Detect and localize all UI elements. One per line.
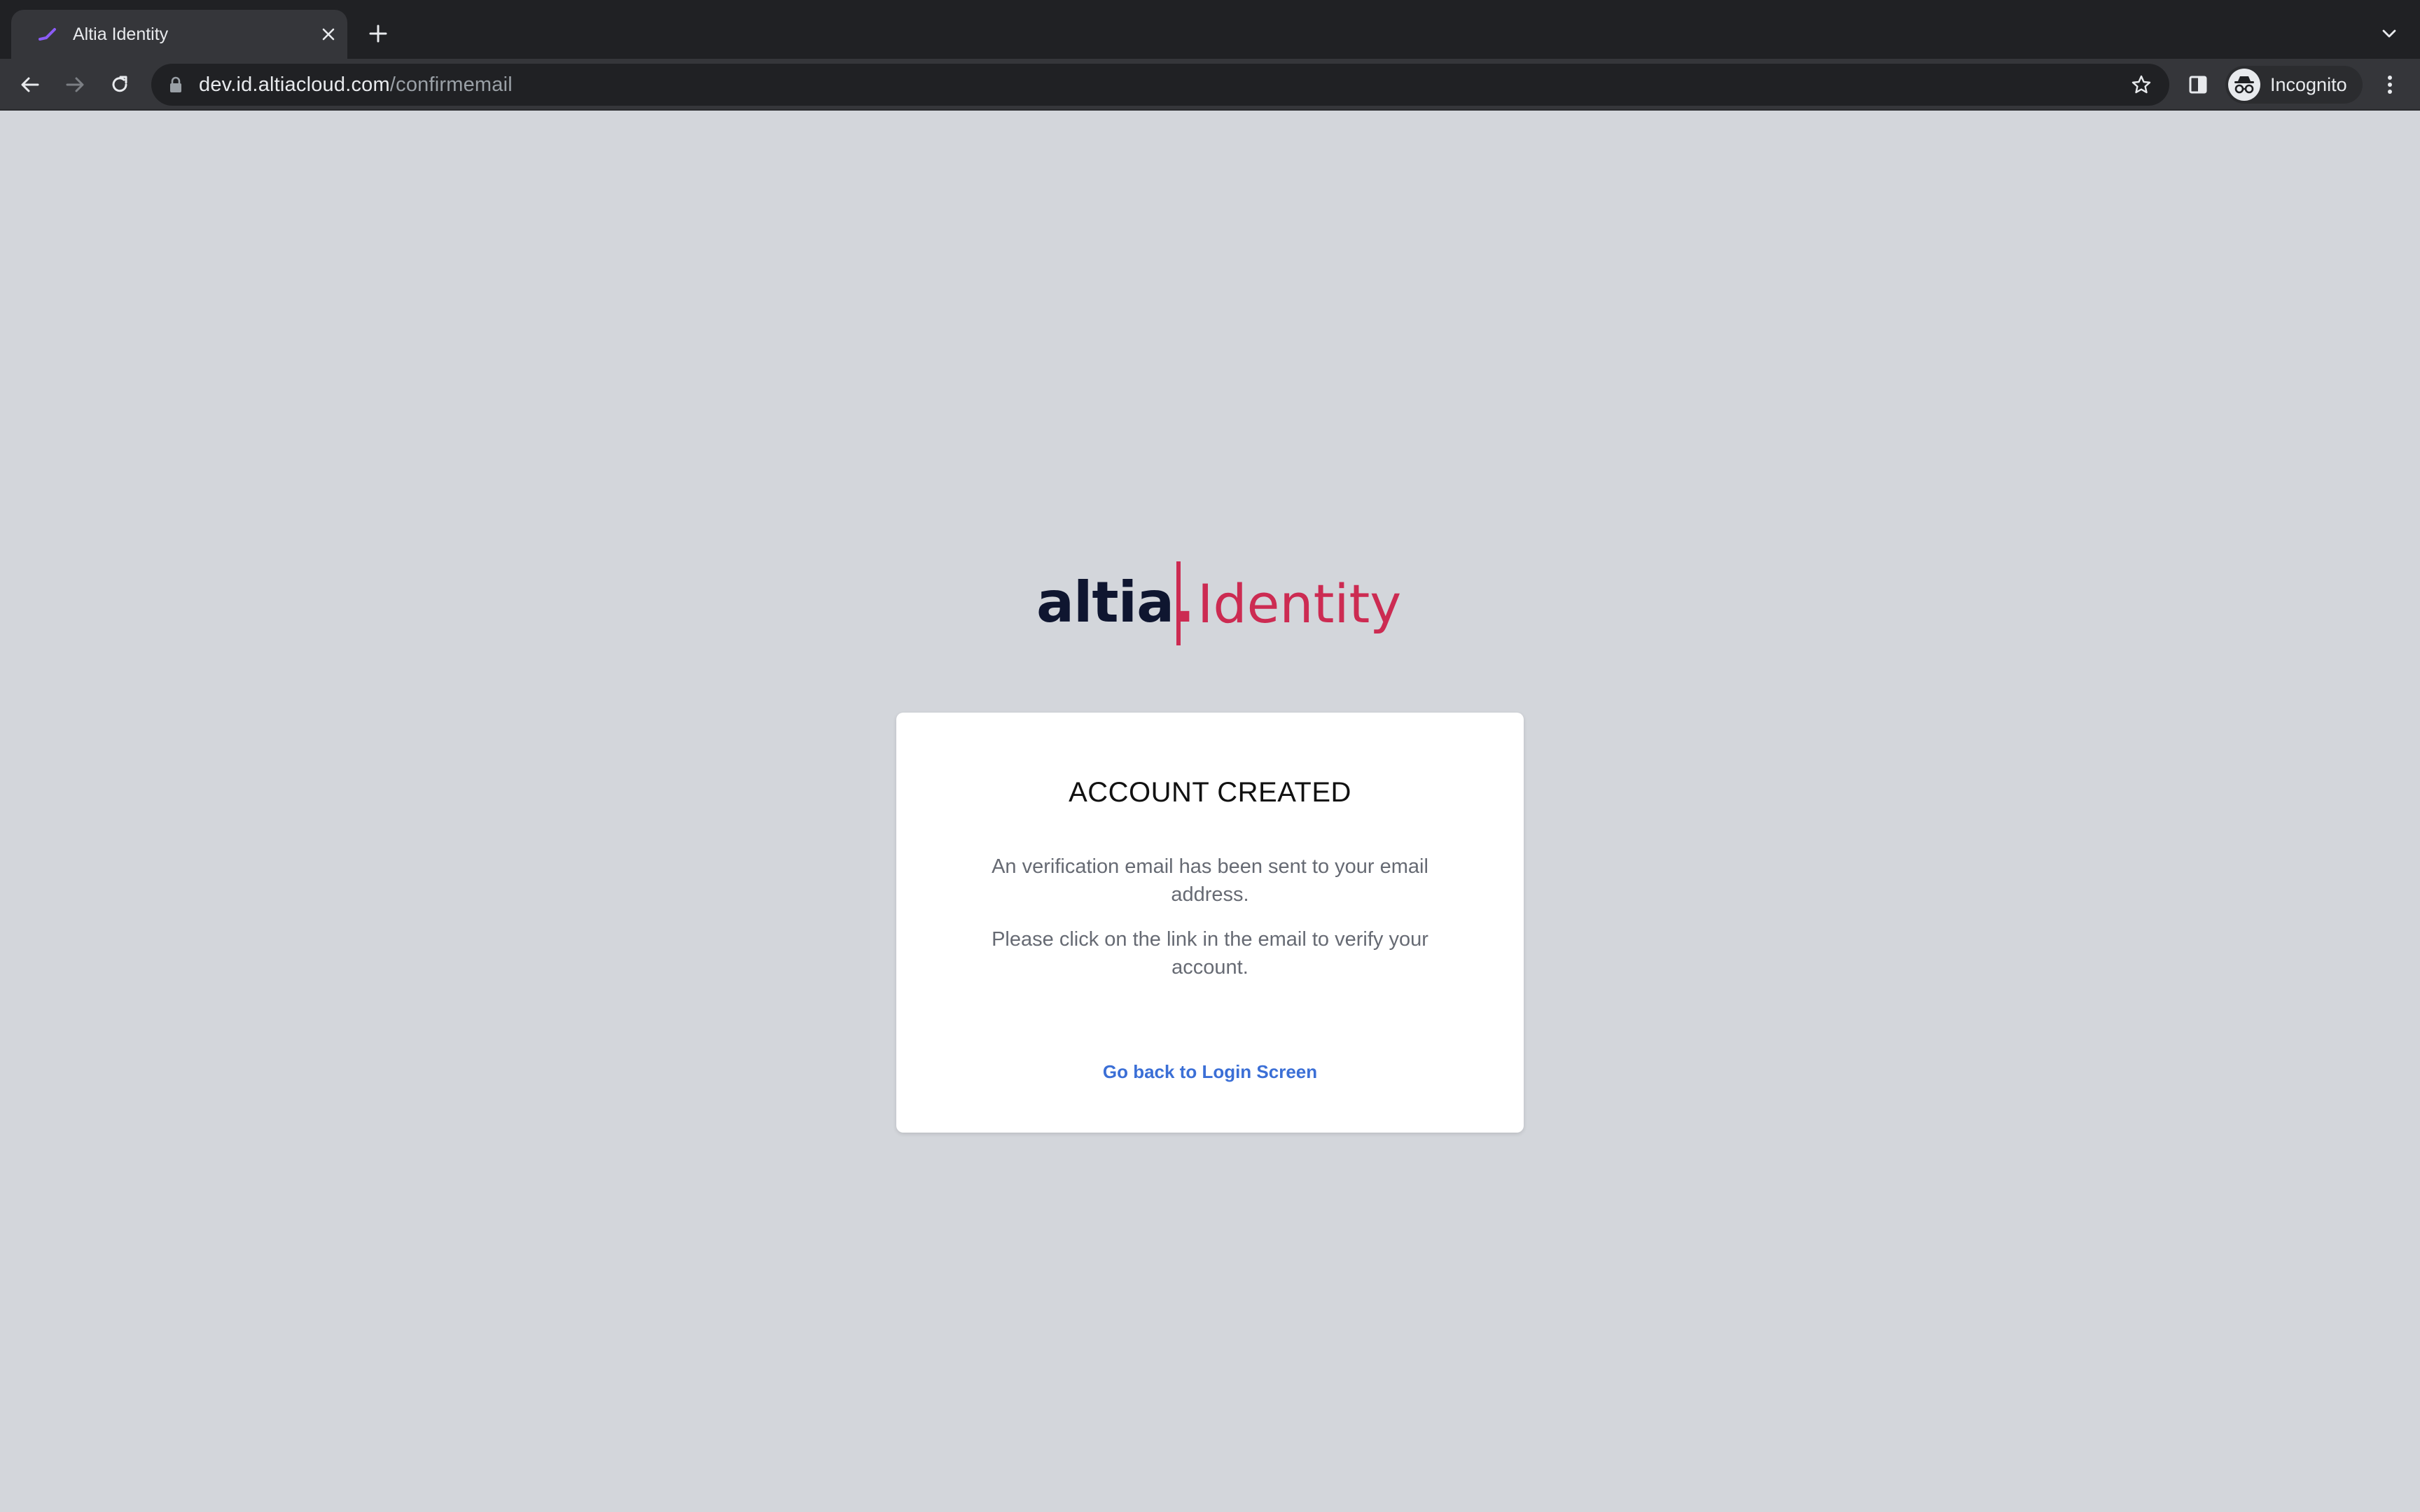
tab-search-button[interactable] xyxy=(2377,21,2402,46)
browser-tab-bar: Altia Identity xyxy=(0,0,2420,59)
kebab-menu-icon xyxy=(2388,76,2392,94)
incognito-label: Incognito xyxy=(2270,74,2347,95)
address-bar[interactable]: dev.id.altiacloud.com/confirmemail xyxy=(151,64,2169,106)
browser-tab[interactable]: Altia Identity xyxy=(11,10,347,59)
back-button[interactable] xyxy=(15,70,45,99)
new-tab-button[interactable] xyxy=(364,20,392,48)
url-host: dev.id.altiacloud.com xyxy=(199,74,390,96)
altia-identity-logo: altia. Identity xyxy=(1036,561,1401,652)
close-icon xyxy=(322,28,335,41)
star-icon xyxy=(2132,75,2151,94)
chevron-down-icon xyxy=(2382,29,2396,38)
verification-sent-message: An verification email has been sent to y… xyxy=(992,855,1428,906)
logo-divider xyxy=(1176,561,1181,645)
browser-menu-button[interactable] xyxy=(2375,70,2405,99)
back-to-login-link[interactable]: Go back to Login Screen xyxy=(896,1061,1524,1083)
account-created-card: ACCOUNT CREATED An verification email ha… xyxy=(896,713,1524,1133)
page-viewport: altia. Identity ACCOUNT CREATED An verif… xyxy=(0,111,2420,1512)
logo-brand-text: altia. xyxy=(1036,570,1195,635)
url-text: dev.id.altiacloud.com/confirmemail xyxy=(199,64,513,106)
reload-button[interactable] xyxy=(105,70,134,99)
side-panel-button[interactable] xyxy=(2183,70,2213,99)
bookmark-button[interactable] xyxy=(2129,72,2154,97)
arrow-right-icon xyxy=(66,77,84,92)
arrow-left-icon xyxy=(21,77,39,92)
tab-close-button[interactable] xyxy=(318,24,339,45)
side-panel-icon xyxy=(2189,76,2207,94)
tab-title: Altia Identity xyxy=(73,24,169,44)
browser-toolbar: dev.id.altiacloud.com/confirmemail Incog… xyxy=(0,59,2420,111)
url-path: /confirmemail xyxy=(389,74,513,96)
lock-icon xyxy=(170,76,181,92)
verify-instructions-message: Please click on the link in the email to… xyxy=(992,928,1428,979)
reload-icon xyxy=(112,76,127,92)
incognito-icon xyxy=(2228,69,2260,101)
plus-icon xyxy=(369,24,387,43)
incognito-profile-button[interactable]: Incognito xyxy=(2225,66,2363,104)
forward-button[interactable] xyxy=(60,70,90,99)
altia-favicon-icon xyxy=(39,28,56,41)
logo-product-text: Identity xyxy=(1197,573,1402,635)
card-title: ACCOUNT CREATED xyxy=(1069,777,1351,808)
